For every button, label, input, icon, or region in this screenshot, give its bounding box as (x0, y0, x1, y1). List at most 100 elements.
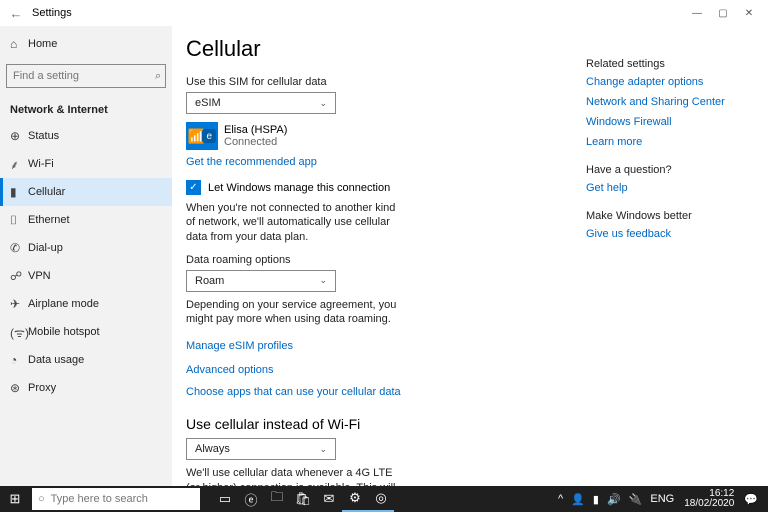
sidebar-item-dialup[interactable]: ✆Dial-up (0, 234, 172, 262)
link-get-help[interactable]: Get help (586, 182, 756, 194)
app-icon[interactable]: ◎ (368, 486, 394, 512)
rc-heading-question: Have a question? (586, 164, 756, 176)
roam-select[interactable]: Roam ⌄ (186, 270, 336, 292)
sidebar-item-home[interactable]: ⌂ Home (0, 30, 172, 58)
sidebar-item-hotspot[interactable]: (ᯤ)Mobile hotspot (0, 318, 172, 346)
wifi-icon: ⸙ (10, 156, 28, 173)
search-input[interactable]: ⌕ (6, 64, 166, 88)
chevron-down-icon: ⌄ (319, 444, 327, 455)
home-icon: ⌂ (10, 37, 28, 51)
explorer-icon[interactable]: 🗀 (264, 486, 290, 512)
tray-cellular-icon[interactable]: ▮ (593, 493, 599, 506)
signal-icon: 📶e (186, 122, 218, 150)
network-status: Connected (224, 136, 287, 148)
taskbar: ⊞ ○ Type here to search ▭ ⓔ 🗀 🛍 ✉ ⚙ ◎ ^ … (0, 486, 768, 512)
roam-label: Data roaming options (186, 254, 586, 266)
page-title: Cellular (186, 36, 586, 62)
window-title: Settings (32, 7, 72, 19)
tray-power-icon[interactable]: 🔌 (629, 493, 643, 506)
sidebar-item-label: Airplane mode (28, 298, 99, 310)
manage-desc: When you're not connected to another kin… (186, 201, 396, 244)
link-manage-esim[interactable]: Manage eSIM profiles (186, 340, 586, 352)
instead-desc: We'll use cellular data whenever a 4G LT… (186, 466, 406, 486)
sim-select-value: eSIM (195, 97, 221, 109)
link-learn-more[interactable]: Learn more (586, 136, 756, 148)
search-field[interactable] (13, 70, 155, 82)
manage-connection-checkbox[interactable]: ✓ Let Windows manage this connection (186, 180, 586, 195)
sidebar-item-label: VPN (28, 270, 51, 282)
maximize-button[interactable]: ▢ (710, 2, 736, 24)
roam-select-value: Roam (195, 275, 224, 287)
settings-icon[interactable]: ⚙ (342, 486, 368, 512)
minimize-button[interactable]: — (684, 2, 710, 24)
sidebar-item-label: Cellular (28, 186, 65, 198)
hotspot-icon: (ᯤ) (10, 324, 28, 341)
sidebar: ⌂ Home ⌕ Network & Internet ⊕Status ⸙Wi-… (0, 26, 172, 486)
sidebar-item-status[interactable]: ⊕Status (0, 122, 172, 150)
instead-select[interactable]: Always ⌄ (186, 438, 336, 460)
sidebar-item-ethernet[interactable]: ⌷Ethernet (0, 206, 172, 234)
taskbar-search-placeholder: Type here to search (51, 493, 148, 505)
datausage-icon: ◔ (10, 353, 28, 367)
proxy-icon: ⊛ (10, 381, 28, 395)
sidebar-item-vpn[interactable]: ☍VPN (0, 262, 172, 290)
search-icon: ○ (38, 493, 45, 505)
notification-icon[interactable]: 💬 (744, 493, 758, 506)
sidebar-item-airplane[interactable]: ✈Airplane mode (0, 290, 172, 318)
instead-select-value: Always (195, 443, 230, 455)
mail-icon[interactable]: ✉ (316, 486, 342, 512)
network-tile[interactable]: 📶e Elisa (HSPA) Connected (186, 122, 586, 150)
status-icon: ⊕ (10, 129, 28, 143)
tray-chevron-icon[interactable]: ^ (558, 493, 563, 505)
link-feedback[interactable]: Give us feedback (586, 228, 756, 240)
search-icon: ⌕ (155, 70, 161, 83)
close-button[interactable]: ✕ (736, 2, 762, 24)
back-button[interactable]: ← (6, 6, 26, 21)
store-icon[interactable]: 🛍 (290, 486, 316, 512)
tray-date: 18/02/2020 (684, 499, 734, 509)
tray-clock[interactable]: 16:12 18/02/2020 (684, 489, 734, 509)
sim-select[interactable]: eSIM ⌄ (186, 92, 336, 114)
roam-desc: Depending on your service agreement, you… (186, 298, 406, 327)
sidebar-item-label: Home (28, 38, 57, 50)
link-choose-apps[interactable]: Choose apps that can use your cellular d… (186, 386, 586, 398)
sidebar-item-label: Status (28, 130, 59, 142)
sidebar-item-label: Dial-up (28, 242, 63, 254)
dialup-icon: ✆ (10, 241, 28, 255)
network-name: Elisa (HSPA) (224, 124, 287, 136)
link-sharing-center[interactable]: Network and Sharing Center (586, 96, 756, 108)
tray-lang[interactable]: ENG (650, 493, 674, 505)
link-adapter-options[interactable]: Change adapter options (586, 76, 756, 88)
checkbox-checked-icon: ✓ (186, 180, 201, 195)
sidebar-item-label: Data usage (28, 354, 84, 366)
task-view-button[interactable]: ▭ (212, 486, 238, 512)
system-tray[interactable]: ^ 👤 ▮ 🔊 🔌 ENG 16:12 18/02/2020 💬 (554, 489, 768, 509)
chevron-down-icon: ⌄ (319, 98, 327, 109)
sidebar-item-label: Ethernet (28, 214, 70, 226)
start-button[interactable]: ⊞ (0, 486, 30, 512)
airplane-icon: ✈ (10, 297, 28, 311)
rc-heading-related: Related settings (586, 58, 756, 70)
checkbox-label: Let Windows manage this connection (208, 182, 390, 194)
tray-volume-icon[interactable]: 🔊 (607, 493, 621, 506)
sidebar-item-proxy[interactable]: ⊛Proxy (0, 374, 172, 402)
sidebar-item-label: Proxy (28, 382, 56, 394)
section-instead-title: Use cellular instead of Wi-Fi (186, 416, 586, 432)
sim-label: Use this SIM for cellular data (186, 76, 586, 88)
taskbar-search[interactable]: ○ Type here to search (32, 488, 200, 510)
link-advanced[interactable]: Advanced options (186, 364, 586, 376)
sidebar-item-label: Wi-Fi (28, 158, 54, 170)
chevron-down-icon: ⌄ (319, 275, 327, 286)
link-firewall[interactable]: Windows Firewall (586, 116, 756, 128)
sidebar-item-datausage[interactable]: ◔Data usage (0, 346, 172, 374)
link-recommended-app[interactable]: Get the recommended app (186, 156, 586, 168)
cellular-icon: ▮ (10, 185, 28, 199)
ethernet-icon: ⌷ (10, 213, 28, 228)
sidebar-item-cellular[interactable]: ▮Cellular (0, 178, 172, 206)
sidebar-item-wifi[interactable]: ⸙Wi-Fi (0, 150, 172, 178)
sidebar-item-label: Mobile hotspot (28, 326, 100, 338)
edge-icon[interactable]: ⓔ (238, 486, 264, 512)
sidebar-category: Network & Internet (0, 96, 172, 122)
vpn-icon: ☍ (10, 269, 28, 283)
tray-people-icon[interactable]: 👤 (571, 493, 585, 506)
